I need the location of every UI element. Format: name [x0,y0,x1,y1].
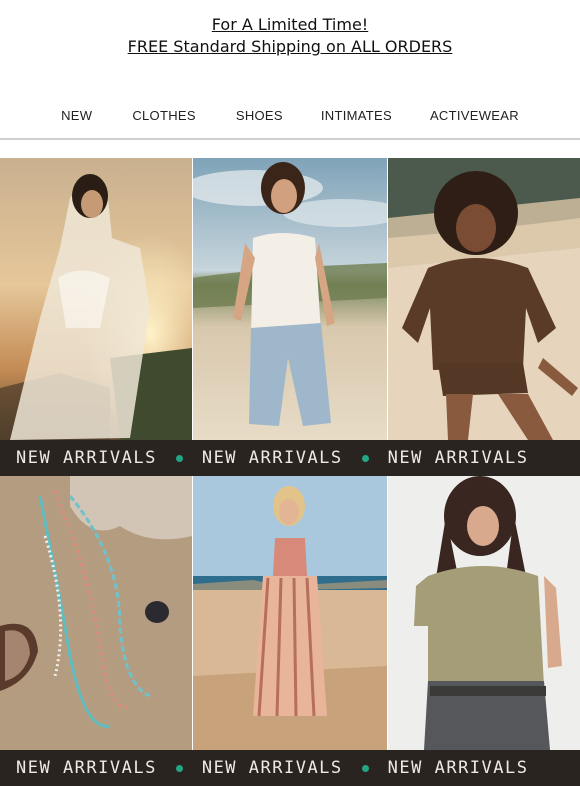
promo-line-2[interactable]: FREE Standard Shipping on ALL ORDERS [0,36,580,58]
nav-item-intimates[interactable]: INTIMATES [321,108,392,128]
product-photo-sheer-dress[interactable] [0,158,192,440]
nav-item-new[interactable]: NEW [61,108,92,128]
promo-header: For A Limited Time! FREE Standard Shippi… [0,14,580,58]
new-arrivals-label: NEW ARRIVALS [387,448,529,468]
nav-item-shoes[interactable]: SHOES [236,108,283,128]
new-arrivals-label: NEW ARRIVALS [201,448,343,468]
product-photo-white-halter[interactable] [193,158,387,440]
new-arrivals-banner-1[interactable]: NEW ARRIVALS NEW ARRIVALS NEW ARRIVALS [0,440,580,476]
product-photo-beaded-necklaces[interactable] [0,476,192,750]
new-arrivals-label: NEW ARRIVALS [387,758,529,778]
nav-divider [0,138,580,140]
new-arrivals-label: NEW ARRIVALS [16,758,157,778]
separator-dot-icon [175,454,183,462]
separator-dot-icon [361,764,369,772]
new-arrivals-label: NEW ARRIVALS [16,448,157,468]
product-photo-olive-polo[interactable] [388,476,580,750]
promo-line-1[interactable]: For A Limited Time! [0,14,580,36]
nav-item-activewear[interactable]: ACTIVEWEAR [430,108,519,128]
product-photo-brown-knit[interactable] [388,158,580,440]
main-nav: NEW CLOTHES SHOES INTIMATES ACTIVEWEAR [0,108,580,128]
separator-dot-icon [175,764,183,772]
new-arrivals-banner-2[interactable]: NEW ARRIVALS NEW ARRIVALS NEW ARRIVALS [0,750,580,786]
product-photo-striped-pants[interactable] [193,476,387,750]
nav-item-clothes[interactable]: CLOTHES [132,108,196,128]
new-arrivals-label: NEW ARRIVALS [201,758,343,778]
separator-dot-icon [361,454,369,462]
